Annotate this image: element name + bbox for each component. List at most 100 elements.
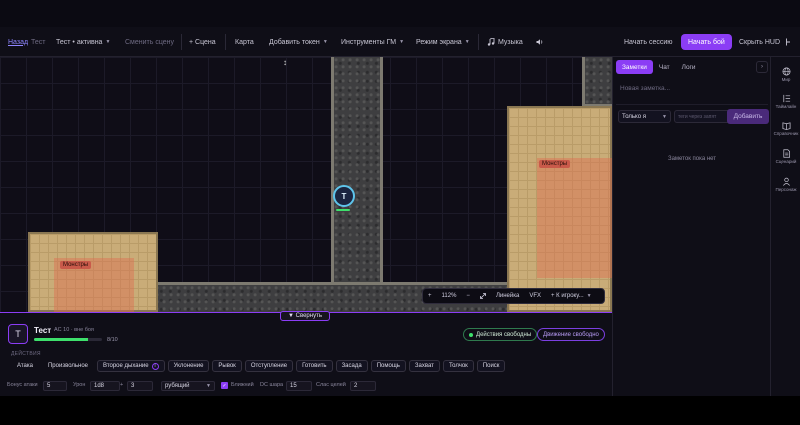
- health-text: 8/10: [107, 337, 118, 343]
- sidebar-item-label: Мир: [781, 77, 791, 82]
- back-link[interactable]: Назад: [8, 27, 28, 57]
- action-button[interactable]: Второе дыхание i: [97, 360, 165, 372]
- action-button[interactable]: Отступление: [244, 360, 294, 372]
- monster-zone-label: Монстры: [60, 261, 92, 269]
- action-button[interactable]: Атака: [11, 360, 39, 372]
- character-token[interactable]: Т: [333, 185, 355, 207]
- action-button[interactable]: Захват: [408, 360, 440, 372]
- action-button-label: Произвольное: [47, 363, 89, 369]
- action-button[interactable]: Засада: [335, 360, 368, 372]
- notes-panel: Заметки Чат Логи › Новая заметка... Толь…: [612, 57, 770, 396]
- screen-mode-label: Режим экрана: [416, 38, 462, 46]
- gm-tools-label: Инструменты ГМ: [341, 38, 397, 46]
- actions-status-label: Действия свободны: [476, 331, 532, 338]
- timeline-icon: [781, 93, 791, 103]
- action-button-label: Помощь: [376, 363, 400, 369]
- sidebar-item-label: Сценарий: [775, 159, 797, 164]
- sidebar-item-scenario[interactable]: Сценарий: [771, 148, 800, 164]
- damage-type-select[interactable]: рубящий ▼: [161, 381, 215, 391]
- screen-mode-menu[interactable]: Режим экрана ▼: [416, 27, 470, 57]
- sidebar-item-label: Справочник: [773, 131, 799, 136]
- toggle-button[interactable]: [785, 27, 791, 57]
- chevron-down-icon: ▼: [464, 39, 470, 45]
- person-icon: [781, 176, 791, 186]
- ruler-button[interactable]: Линейка: [491, 289, 524, 303]
- map-button[interactable]: Карта: [235, 27, 254, 57]
- scene-select[interactable]: Тест • активна ▼: [56, 27, 110, 57]
- visibility-select[interactable]: Только я ▼: [618, 110, 671, 123]
- expand-icon: [480, 293, 486, 299]
- action-button[interactable]: Толчок: [442, 360, 474, 372]
- slot-label: Слас целей: [316, 382, 346, 388]
- tab-notes[interactable]: Заметки: [616, 60, 653, 74]
- new-note-input[interactable]: Новая заметка...: [616, 81, 768, 105]
- gm-tools-menu[interactable]: Инструменты ГМ ▼: [341, 27, 404, 57]
- actions-status-badge: Действия свободны: [463, 328, 538, 341]
- action-button-label: Атака: [17, 363, 33, 369]
- melee-label: Ближний: [231, 382, 254, 388]
- action-button[interactable]: Произвольное: [42, 360, 94, 372]
- sidebar-item-timeline[interactable]: Таймлайн: [771, 93, 800, 109]
- divider: [478, 34, 479, 50]
- melee-checkbox[interactable]: ✓: [221, 382, 228, 389]
- collapse-button[interactable]: ▼ Свернуть: [280, 311, 330, 321]
- character-meta: AC 10 · вне боя: [54, 327, 94, 333]
- hide-hud-button[interactable]: Скрыть HUD: [739, 27, 780, 57]
- right-sidebar: Мир Таймлайн Справочник Сценарий Персона…: [770, 57, 800, 396]
- fullscreen-button[interactable]: [475, 289, 491, 303]
- dc-input[interactable]: 15: [286, 381, 312, 391]
- vfx-button[interactable]: VFX: [524, 289, 546, 303]
- to-player-menu[interactable]: + К игроку... ▼: [546, 289, 597, 303]
- sidebar-item-label: Персонаж: [775, 187, 797, 192]
- app-root: Назад Тест Тест • активна ▼ Сменить сцену…: [0, 0, 800, 425]
- music-button[interactable]: Музыка: [487, 27, 523, 57]
- movement-status-badge: Движение свободно: [537, 328, 605, 341]
- actions-heading: ДЕЙСТВИЯ: [11, 351, 41, 357]
- switch-scene-button[interactable]: Сменить сцену: [125, 27, 174, 57]
- start-session-button[interactable]: Начать сессию: [624, 27, 673, 57]
- document-icon: [781, 148, 791, 158]
- corridor-top-right: [582, 57, 612, 107]
- attack-bonus-input[interactable]: 5: [43, 381, 67, 391]
- action-button[interactable]: Поиск: [476, 360, 506, 372]
- chevron-right-icon[interactable]: ›: [756, 61, 768, 73]
- scene-select-label: Тест • активна: [56, 38, 103, 46]
- damage-label: Урон: [73, 382, 86, 388]
- tab-logs[interactable]: Логи: [676, 60, 702, 74]
- action-button[interactable]: Готовить: [296, 360, 333, 372]
- add-token-menu[interactable]: Добавить токен ▼: [269, 27, 328, 57]
- map-canvas[interactable]: Монстры Монстры ↕ Т + 112% − Линейка VFX…: [0, 57, 612, 312]
- action-button[interactable]: Помощь: [370, 360, 406, 372]
- damage-type-label: рубящий: [165, 383, 190, 389]
- character-name: Тест: [34, 326, 52, 335]
- damage-input[interactable]: 1d8: [90, 381, 120, 391]
- resize-cursor-icon: ↕: [283, 58, 287, 67]
- corridor-vertical: [331, 57, 383, 312]
- globe-icon: [781, 66, 791, 76]
- zoom-in-button[interactable]: +: [423, 289, 437, 303]
- sidebar-item-world[interactable]: Мир: [771, 66, 800, 82]
- action-button-label: Засада: [341, 363, 362, 369]
- tab-chat[interactable]: Чат: [653, 60, 676, 74]
- divider: [181, 34, 182, 50]
- sidebar-item-reference[interactable]: Справочник: [771, 120, 800, 136]
- zoom-out-button[interactable]: −: [461, 289, 475, 303]
- character-panel: Т Тест AC 10 · вне боя 8/10 Действия сво…: [0, 312, 612, 396]
- tags-input[interactable]: теги через запят: [674, 110, 734, 123]
- sidebar-item-label: Таймлайн: [775, 104, 797, 109]
- sidebar-item-character[interactable]: Персонаж: [771, 176, 800, 192]
- start-battle-button[interactable]: Начать бой: [681, 34, 732, 50]
- monster-zone: [537, 158, 612, 278]
- slot-input[interactable]: 2: [350, 381, 376, 391]
- chevron-down-icon: ▼: [322, 39, 328, 45]
- add-scene-button[interactable]: + Сцена: [189, 27, 216, 57]
- volume-button[interactable]: [536, 27, 544, 57]
- damage-mod-input[interactable]: 3: [127, 381, 153, 391]
- chevron-down-icon: ▼: [399, 39, 405, 45]
- action-button[interactable]: Уклонение: [167, 360, 210, 372]
- add-note-button[interactable]: Добавить: [727, 109, 769, 124]
- action-button[interactable]: Рывок: [212, 360, 242, 372]
- speaker-icon: [536, 39, 543, 45]
- avatar[interactable]: Т: [8, 324, 28, 344]
- zoom-level: 112%: [441, 293, 457, 299]
